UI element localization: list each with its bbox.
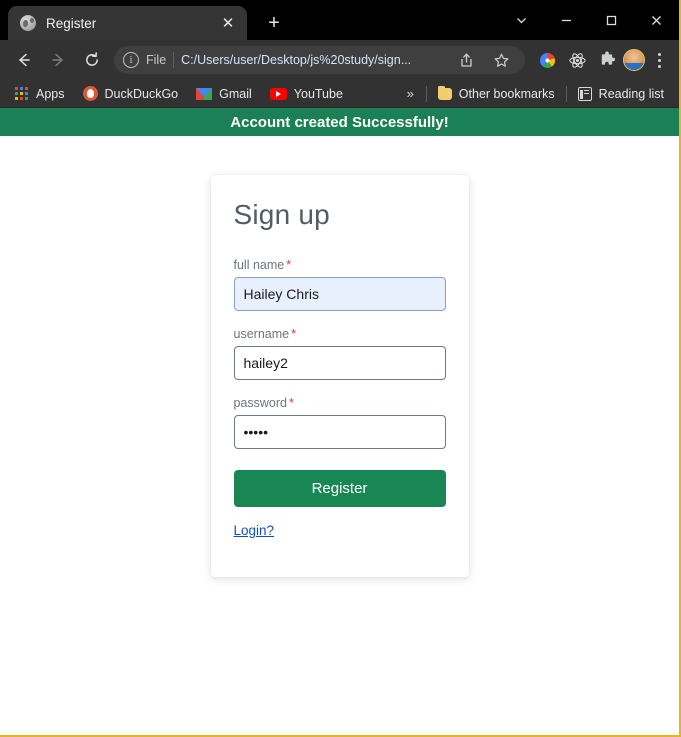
bookmark-label: Gmail [219,86,252,101]
new-tab-button[interactable]: + [261,10,287,36]
address-bar[interactable]: i File C:/Users/user/Desktop/js%20study/… [114,46,525,74]
bookmarks-divider [565,85,567,102]
bookmark-gmail[interactable]: Gmail [189,84,259,104]
page-title: Sign up [233,199,330,230]
bookmark-apps[interactable]: Apps [8,84,72,104]
field-password: password * [233,396,446,449]
success-alert-banner: Account created Successfully! [0,108,679,136]
share-icon[interactable] [452,46,480,74]
browser-window: Register ✕ + i File C:/Users/user/Deskto… [0,0,681,737]
bookmark-label: Apps [36,86,65,101]
gmail-icon [196,87,213,100]
globe-icon [20,15,36,31]
field-full-name: full name * [233,258,446,311]
bookmarks-divider [425,85,427,102]
browser-toolbar: i File C:/Users/user/Desktop/js%20study/… [0,40,679,80]
reload-icon[interactable] [76,44,108,76]
profile-avatar[interactable] [623,49,645,71]
tab-search-chevron-down-icon[interactable] [499,3,544,37]
required-marker: * [291,327,296,341]
react-atom-extension-icon[interactable] [563,46,591,74]
register-button[interactable]: Register [233,470,446,507]
login-link[interactable]: Login? [234,523,275,538]
youtube-icon [269,87,287,100]
site-info-icon[interactable]: i [123,52,139,68]
bookmark-other-bookmarks[interactable]: Other bookmarks [431,84,562,104]
apps-grid-icon [15,86,29,101]
page-viewport: Account created Successfully! Sign up fu… [0,108,679,734]
maximize-button[interactable] [589,3,634,37]
bookmark-reading-list[interactable]: Reading list [571,84,671,104]
omnibox-divider [173,52,175,68]
bookmark-label: Reading list [598,86,664,101]
full-name-input[interactable] [233,277,446,311]
bookmark-label: Other bookmarks [458,86,555,101]
required-marker: * [286,258,292,272]
close-window-button[interactable] [634,3,679,37]
field-label: full name * [233,258,292,272]
minimize-button[interactable] [544,3,589,37]
url-scheme-label: File [146,53,167,67]
reading-list-icon [577,86,592,101]
url-text: C:/Users/user/Desktop/js%20study/sign... [181,53,412,67]
bookmarks-bar: Apps DuckDuckGo Gmail YouTube » Other bo… [0,80,679,108]
username-input[interactable] [233,346,446,380]
field-username: username * [233,327,446,380]
close-tab-icon[interactable]: ✕ [217,12,239,34]
signup-card: Sign up full name* username* password* R… [210,175,469,577]
window-controls [499,0,679,40]
bookmark-star-icon[interactable] [487,46,515,74]
browser-menu-icon[interactable] [647,46,671,74]
bookmark-label: DuckDuckGo [104,86,179,101]
page-body: Sign up full name* username* password* R… [0,136,679,734]
tab-title: Register [46,15,97,31]
color-wheel-extension-icon[interactable] [533,46,561,74]
password-input[interactable] [233,415,446,449]
bookmark-duckduckgo[interactable]: DuckDuckGo [76,83,186,104]
folder-icon [437,85,452,100]
field-label: password * [233,396,294,410]
browser-tab[interactable]: Register ✕ [8,6,247,40]
forward-arrow-icon [42,44,74,76]
bookmark-youtube[interactable]: YouTube [263,84,350,104]
duckduckgo-icon [82,86,98,101]
field-label: username * [233,327,296,341]
puzzle-extensions-icon[interactable] [593,46,621,74]
bookmark-label: YouTube [293,86,343,101]
back-arrow-icon[interactable] [8,44,40,76]
required-marker: * [289,396,294,410]
bookmarks-overflow-button[interactable]: » [399,84,422,103]
tab-strip: Register ✕ + [0,0,679,40]
